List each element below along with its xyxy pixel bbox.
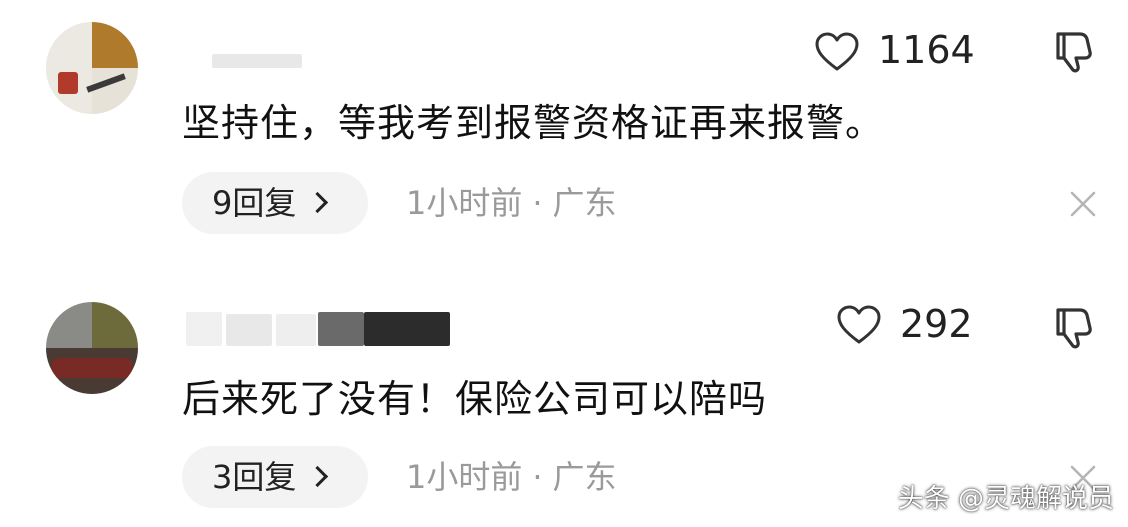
chevron-right-icon — [307, 191, 329, 214]
like-count: 292 — [900, 302, 973, 346]
comment-meta: 1小时前 · 广东 — [406, 446, 617, 508]
thumbs-down-icon[interactable] — [1052, 304, 1098, 350]
watermark: 头条 @灵魂解说员 — [897, 484, 1114, 514]
replies-button[interactable]: 3回复 — [182, 446, 368, 508]
username-obscured[interactable] — [182, 294, 452, 350]
avatar[interactable] — [46, 302, 138, 394]
meta-separator: · — [532, 458, 543, 496]
username-obscured[interactable] — [182, 30, 312, 86]
comment-meta: 1小时前 · 广东 — [406, 172, 617, 234]
thumbs-down-icon[interactable] — [1052, 28, 1098, 74]
meta-separator: · — [532, 184, 543, 222]
comment-text: 坚持住，等我考到报警资格证再来报警。 — [182, 101, 885, 145]
comment-text: 后来死了没有！保险公司可以陪吗 — [182, 377, 768, 421]
comment-item-1: 1164 坚持住，等我考到报警资格证再来报警。 9回复 1小时前 · 广东 — [0, 0, 1128, 260]
location: 广东 — [552, 184, 617, 222]
close-icon[interactable] — [1068, 189, 1098, 219]
timestamp: 1小时前 — [406, 184, 523, 222]
timestamp: 1小时前 — [406, 458, 523, 496]
replies-label: 9回复 — [212, 184, 297, 222]
replies-label: 3回复 — [212, 458, 297, 496]
heart-outline-icon[interactable] — [814, 32, 860, 72]
avatar[interactable] — [46, 22, 138, 114]
heart-outline-icon[interactable] — [836, 305, 882, 345]
replies-button[interactable]: 9回复 — [182, 172, 368, 234]
like-count: 1164 — [878, 28, 975, 72]
chevron-right-icon — [307, 465, 329, 488]
location: 广东 — [552, 458, 617, 496]
